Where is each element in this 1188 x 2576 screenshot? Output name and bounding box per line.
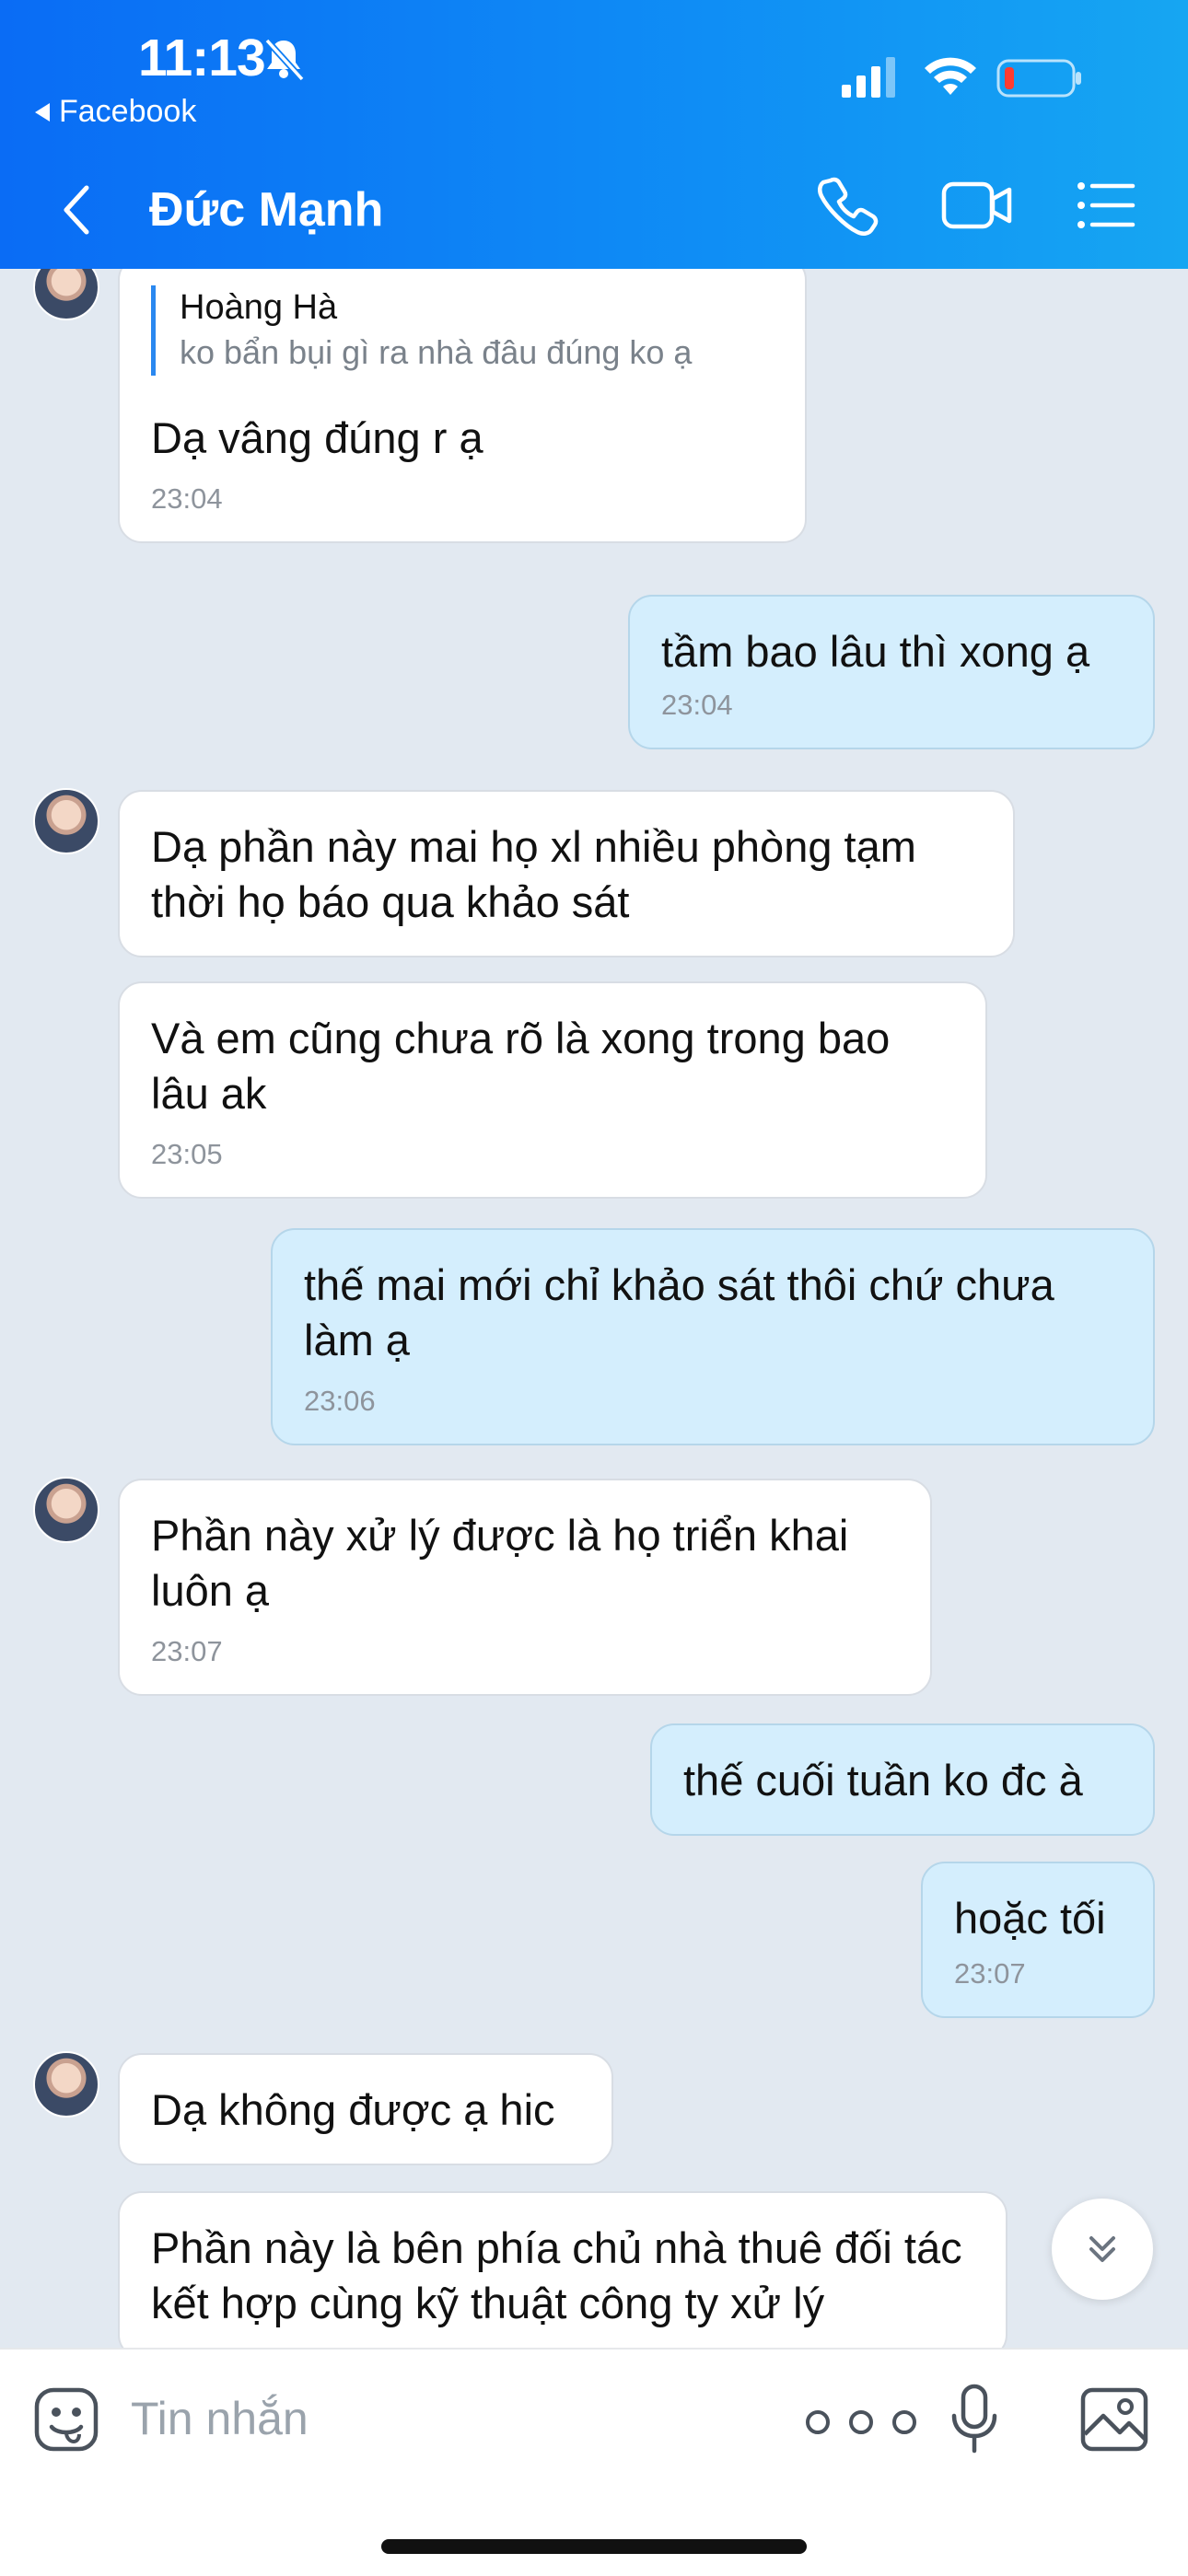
contact-name[interactable]: Đức Mạnh [149,182,383,238]
message-bubble-incoming[interactable]: Phần này là bên phía chủ nhà thuê đối tá… [118,2191,1007,2348]
message-text: hoặc tối [954,1894,1106,1943]
wifi-icon [925,57,976,95]
quoted-reply[interactable]: Hoàng Hà ko bẩn bụi gì ra nhà đâu đúng k… [151,285,774,376]
message-text: thế cuối tuần ko đc à [683,1756,1083,1804]
message-text: Phần này xử lý được là họ triển khai luô… [151,1511,849,1615]
message-text: Phần này là bên phía chủ nhà thuê đối tá… [151,2223,962,2327]
microphone-icon[interactable] [947,2383,1002,2456]
message-text: Và em cũng chưa rõ là xong trong bao lâu… [151,1014,891,1118]
contact-avatar[interactable] [33,1477,99,1543]
back-chevron-icon[interactable] [55,180,99,239]
message-list[interactable]: Hoàng Hà ko bẩn bụi gì ra nhà đâu đúng k… [0,269,1188,2348]
cellular-signal-icon [842,57,895,98]
message-bubble-incoming[interactable]: Phần này xử lý được là họ triển khai luô… [118,1479,932,1696]
back-triangle-icon [35,102,50,122]
message-input[interactable]: Tin nhắn [131,2392,309,2445]
bell-muted-icon [264,38,305,82]
message-text: Dạ vâng đúng r ạ [151,413,483,462]
battery-low-icon [996,59,1081,98]
message-time: 23:05 [151,1138,223,1170]
message-text: tầm bao lâu thì xong ạ [661,627,1090,676]
message-time: 23:07 [151,1635,223,1667]
message-text: thế mai mới chỉ khảo sát thôi chứ chưa l… [304,1260,1054,1364]
sticker-emoji-icon[interactable] [33,2386,99,2453]
home-indicator[interactable] [381,2539,807,2554]
message-time: 23:04 [151,482,223,515]
message-time: 23:07 [954,1957,1026,1990]
message-bubble-incoming[interactable]: Dạ không được ạ hic [118,2053,613,2165]
quoted-sender: Hoàng Hà [180,288,338,327]
back-to-app-link[interactable]: Facebook [35,94,196,130]
video-call-icon[interactable] [941,175,1013,236]
back-app-label: Facebook [59,94,197,129]
contact-avatar[interactable] [33,788,99,854]
message-bubble-outgoing[interactable]: thế cuối tuần ko đc à [650,1723,1155,1836]
message-bubble-outgoing[interactable]: hoặc tối 23:07 [921,1862,1155,2018]
message-bubble-incoming[interactable]: Hoàng Hà ko bẩn bụi gì ra nhà đâu đúng k… [118,269,807,543]
scroll-to-bottom-button[interactable] [1052,2199,1153,2300]
message-time: 23:06 [304,1385,376,1417]
phone-call-icon[interactable] [818,175,879,236]
double-chevron-down-icon [1089,2236,1115,2262]
message-bubble-outgoing[interactable]: tầm bao lâu thì xong ạ 23:04 [628,595,1155,749]
contact-avatar[interactable] [33,2051,99,2118]
message-text: Dạ không được ạ hic [151,2085,555,2134]
message-bubble-incoming[interactable]: Dạ phần này mai họ xl nhiều phòng tạm th… [118,790,1015,957]
more-options-icon[interactable] [801,2407,921,2438]
message-bubble-outgoing[interactable]: thế mai mới chỉ khảo sát thôi chứ chưa l… [271,1228,1155,1445]
options-list-icon[interactable] [1076,175,1136,236]
image-gallery-icon[interactable] [1079,2386,1149,2453]
contact-avatar[interactable] [33,269,99,320]
quoted-text: ko bẩn bụi gì ra nhà đâu đúng ko ạ [180,333,693,371]
message-time: 23:04 [661,689,733,721]
message-bubble-incoming[interactable]: Và em cũng chưa rõ là xong trong bao lâu… [118,981,987,1199]
status-time: 11:13 [138,29,266,87]
chat-header: 11:13 Facebook Đức Mạnh [0,0,1188,269]
message-text: Dạ phần này mai họ xl nhiều phòng tạm th… [151,822,916,926]
